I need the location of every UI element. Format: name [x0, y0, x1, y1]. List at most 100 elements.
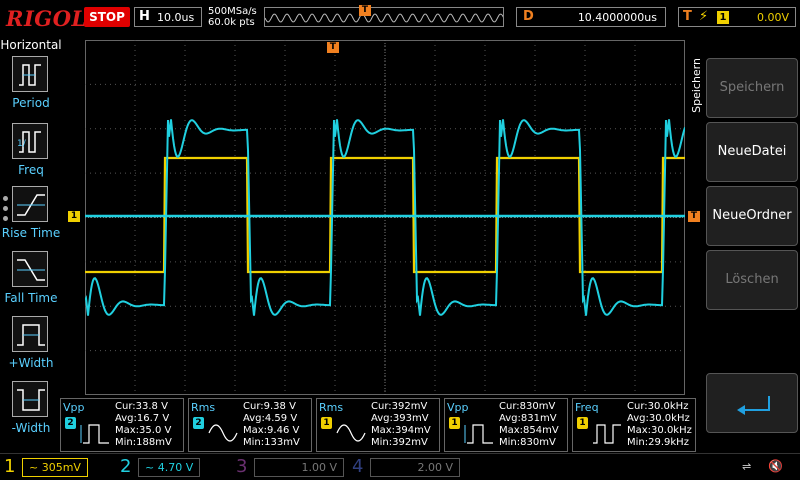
freq-label: Freq [18, 163, 44, 177]
channel-badge: 2 [193, 417, 204, 429]
trigger-position-marker[interactable]: T [327, 42, 339, 53]
channel-1-tab[interactable]: 1 ~ 305mV [0, 456, 115, 479]
delay-readout[interactable]: D 10.4000000us [516, 7, 666, 27]
measurement-rms-ch2[interactable]: Rms 2 Cur:9.38 V Avg:4.59 V Max:9.46 V M… [188, 398, 312, 452]
left-measure-menu: Horizontal Period 1/ Freq Rise Time Fall… [0, 38, 62, 450]
memory-strip-waveform [265, 13, 503, 23]
measure-positive-width-button[interactable]: +Width [0, 316, 62, 378]
channel-badge: 1 [321, 417, 332, 429]
new-file-button[interactable]: NeueDatei [706, 122, 798, 182]
memory-depth: 60.0k pts [208, 17, 255, 28]
right-save-menu: Speichern Speichern NeueDatei NeueOrdner… [688, 38, 800, 450]
measure-period-button[interactable]: Period [0, 56, 62, 118]
vpp-icon [464, 424, 493, 444]
channel-badge: 1 [449, 417, 460, 429]
measurement-freq-ch1[interactable]: Freq 1 Cur:30.0kHz Avg:30.0kHz Max:30.0k… [572, 398, 696, 452]
brand-logo: RIGOL [6, 6, 87, 31]
measurement-maximum: Max:9.46 V [243, 425, 300, 436]
negative-width-label: -Width [11, 421, 51, 435]
ch1-offset-marker[interactable]: 1 [68, 211, 80, 222]
svg-text:1/: 1/ [17, 139, 27, 149]
measurement-rms-ch1[interactable]: Rms 1 Cur:392mV Avg:393mV Max:394mV Min:… [316, 398, 440, 452]
rms-icon [336, 424, 366, 442]
measure-fall-time-button[interactable]: Fall Time [0, 251, 62, 313]
channel-2-tab[interactable]: 2 ~ 4.70 V [116, 456, 231, 479]
timebase-value: 10.0us [157, 11, 195, 24]
delay-value: 10.4000000us [577, 11, 657, 24]
trigger-readout[interactable]: T ⚡ 1 0.00V [678, 7, 796, 27]
measurement-average: Avg:4.59 V [243, 413, 298, 424]
channel-number: 2 [120, 456, 132, 477]
negative-width-icon [12, 381, 48, 417]
delete-button[interactable]: Löschen [706, 250, 798, 310]
rise-time-icon [12, 186, 48, 222]
measurement-name: Freq [575, 401, 599, 414]
memory-waveform-strip [264, 7, 504, 27]
channel-badge: 2 [65, 417, 76, 429]
rise-time-label: Rise Time [1, 226, 61, 240]
run-stop-indicator[interactable]: STOP [84, 7, 130, 27]
channel-scale: 2.00 V [370, 458, 460, 477]
measurement-maximum: Max:35.0 V [115, 425, 172, 436]
waveform-graticule [85, 40, 685, 395]
trigger-position-top-marker: T [359, 5, 371, 16]
save-button[interactable]: Speichern [706, 58, 798, 118]
return-arrow-icon [737, 396, 770, 415]
channel-scale: 1.00 V [254, 458, 344, 477]
frequency-icon: 1/ [12, 123, 48, 159]
period-label: Period [12, 96, 50, 110]
fall-time-icon [12, 251, 48, 287]
measurement-average: Avg:831mV [499, 413, 557, 424]
channel-bar: 1 ~ 305mV 2 ~ 4.70 V 3 1.00 V 4 2.00 V ⇌… [0, 453, 800, 480]
measurement-maximum: Max:854mV [499, 425, 559, 436]
channel-scale: ~ 305mV [22, 458, 88, 477]
trigger-source-badge: 1 [717, 11, 729, 24]
fall-time-label: Fall Time [4, 291, 58, 305]
right-menu-title: Speichern [690, 58, 703, 113]
frequency-icon [593, 424, 621, 444]
measurement-vpp-ch1[interactable]: Vpp 1 Cur:830mV Avg:831mV Max:854mV Min:… [444, 398, 568, 452]
measurement-current: Cur:830mV [499, 401, 556, 412]
channel-scale: ~ 4.70 V [138, 458, 201, 477]
measurement-current: Cur:392mV [371, 401, 428, 412]
measurement-average: Avg:16.7 V [115, 413, 170, 424]
usb-icon: ⇌ [742, 460, 752, 473]
channel-4-tab[interactable]: 4 2.00 V [348, 456, 463, 479]
measurement-average: Avg:393mV [371, 413, 429, 424]
channel-number: 4 [352, 456, 364, 477]
vpp-icon [80, 424, 109, 444]
rising-edge-icon: ⚡ [699, 9, 709, 24]
positive-width-icon [12, 316, 48, 352]
measurement-panel: Vpp 2 Cur:33.8 V Avg:16.7 V Max:35.0 V M… [60, 398, 700, 452]
measurement-average: Avg:30.0kHz [627, 413, 690, 424]
trigger-label: T [683, 9, 692, 24]
positive-width-label: +Width [8, 356, 54, 370]
measure-rise-time-button[interactable]: Rise Time [0, 186, 62, 248]
horizontal-label: H [139, 9, 150, 24]
trigger-level: 0.00V [756, 11, 789, 24]
measure-negative-width-button[interactable]: -Width [0, 381, 62, 443]
horizontal-timebase[interactable]: H 10.0us [134, 7, 202, 27]
measurement-current: Cur:30.0kHz [627, 401, 689, 412]
new-folder-button[interactable]: NeueOrdner [706, 186, 798, 246]
channel-3-tab[interactable]: 3 1.00 V [232, 456, 347, 479]
measurement-minimum: Min:830mV [499, 437, 556, 448]
rms-icon [208, 424, 238, 442]
back-button[interactable] [706, 373, 798, 433]
measurement-name: Vpp [447, 401, 469, 414]
measurement-minimum: Min:392mV [371, 437, 428, 448]
measurement-minimum: Min:188mV [115, 437, 172, 448]
measurement-vpp-ch2[interactable]: Vpp 2 Cur:33.8 V Avg:16.7 V Max:35.0 V M… [60, 398, 184, 452]
acquisition-info: 500MSa/s 60.0k pts [208, 6, 257, 28]
waveform-display[interactable] [85, 40, 685, 395]
measurement-name: Vpp [63, 401, 85, 414]
channel-badge: 1 [577, 417, 588, 429]
measurement-minimum: Min:133mV [243, 437, 300, 448]
speaker-muted-icon[interactable]: 🔇 [768, 459, 783, 473]
measurement-name: Rms [319, 401, 344, 414]
measurement-minimum: Min:29.9kHz [627, 437, 689, 448]
measurement-current: Cur:9.38 V [243, 401, 296, 412]
channel-number: 1 [4, 456, 16, 477]
measurement-name: Rms [191, 401, 216, 414]
measure-freq-button[interactable]: 1/ Freq [0, 123, 62, 185]
